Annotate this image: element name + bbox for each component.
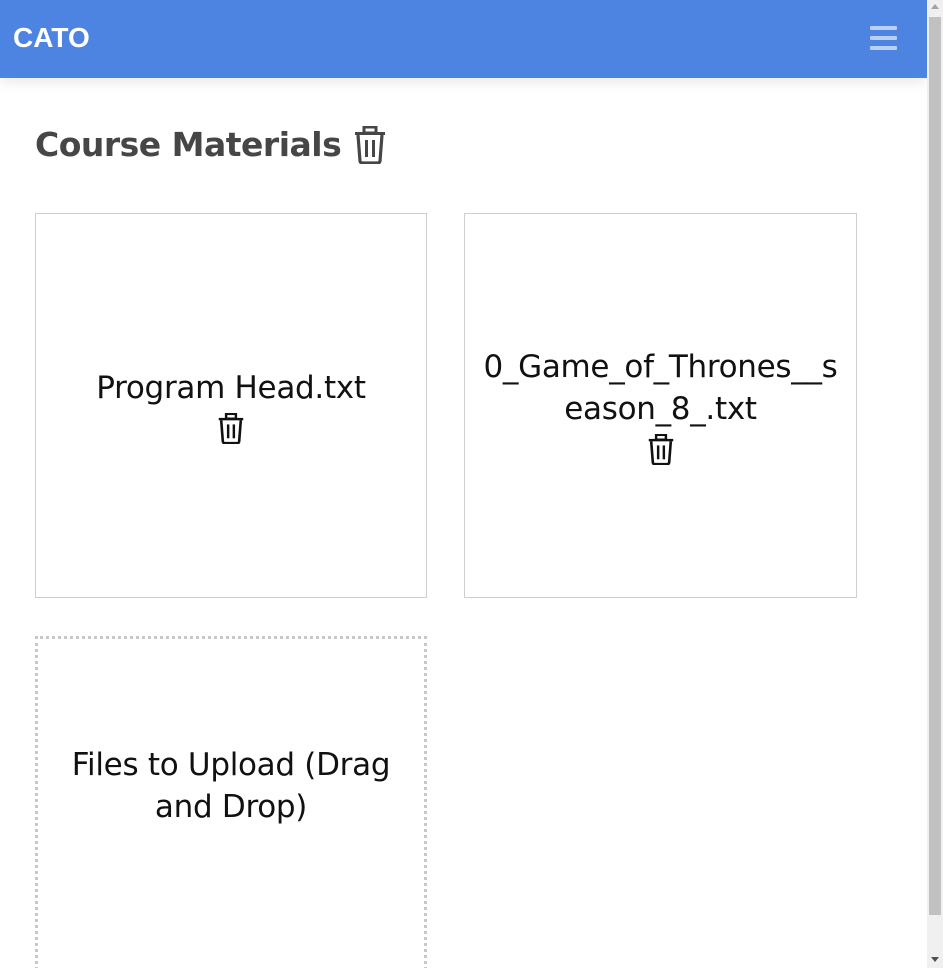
page-title: Course Materials xyxy=(35,124,342,164)
scrollbar-thumb[interactable] xyxy=(929,17,941,915)
page-header: Course Materials xyxy=(35,124,387,164)
trash-icon[interactable] xyxy=(647,434,675,465)
file-card[interactable]: 0_Game_of_Thrones__season_8_.txt xyxy=(464,213,857,598)
trash-icon[interactable] xyxy=(217,413,245,444)
vertical-scrollbar[interactable] xyxy=(927,0,943,968)
file-card[interactable]: Program Head.txt xyxy=(35,213,427,598)
scroll-up-arrow-icon[interactable] xyxy=(931,4,939,9)
brand-logo[interactable]: CATO xyxy=(13,22,90,54)
dropzone-label: Files to Upload (Drag and Drop) xyxy=(71,747,391,825)
trash-icon[interactable] xyxy=(353,126,387,164)
file-name: Program Head.txt xyxy=(96,370,366,406)
hamburger-menu-icon[interactable] xyxy=(870,26,898,50)
top-navbar: CATO xyxy=(0,0,927,78)
file-name: 0_Game_of_Thrones__season_8_.txt xyxy=(483,349,838,427)
file-upload-dropzone[interactable]: Files to Upload (Drag and Drop) xyxy=(35,636,427,968)
scroll-down-arrow-icon[interactable] xyxy=(931,957,939,962)
